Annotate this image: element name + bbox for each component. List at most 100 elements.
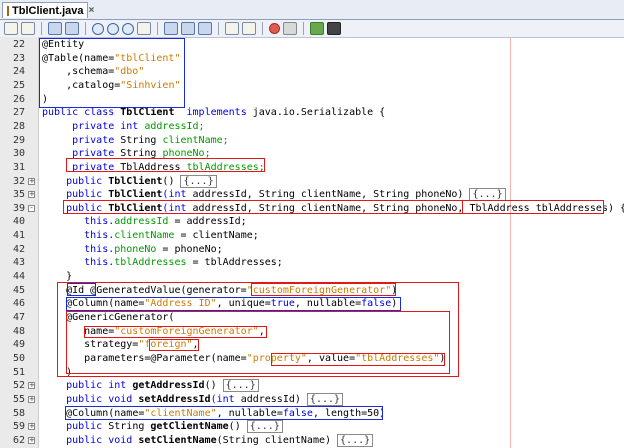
comment-icon[interactable] [310, 22, 324, 35]
code-line[interactable]: 46 @Column(name="Address ID", unique=tru… [0, 297, 624, 311]
code-line[interactable]: 22 @Entity [0, 38, 624, 52]
folded-code-marker[interactable]: {...} [469, 188, 506, 202]
line-number: 28 [12, 120, 25, 132]
code-line[interactable]: 32 + public TblClient() {...} [0, 174, 624, 189]
code-token: public [42, 175, 109, 187]
toggle-bookmark-icon[interactable] [198, 22, 212, 35]
code-line[interactable]: 28 private int addressId; [0, 120, 624, 134]
find-next-icon[interactable] [122, 22, 134, 35]
code-line[interactable]: 42 this.phoneNo = phoneNo; [0, 243, 624, 257]
line-number: 47 [12, 312, 25, 323]
code-line[interactable]: 50 parameters=@Parameter(name="property"… [0, 352, 624, 366]
stop-macro-icon[interactable] [283, 22, 297, 35]
code-line[interactable]: 26) [0, 93, 624, 107]
code-token: phoneNo [114, 243, 157, 255]
code-line[interactable]: 29 private String clientName; [0, 134, 624, 148]
source-icon[interactable] [4, 22, 18, 35]
code-token: this. [42, 230, 115, 242]
code-line[interactable]: 27 public class TblClient implements java… [0, 106, 624, 120]
expand-fold-icon[interactable]: + [28, 177, 35, 185]
record-macro-icon[interactable] [269, 23, 280, 34]
code-line[interactable]: 39- public TblClient(int addressId, Stri… [0, 202, 624, 216]
code-line[interactable]: 59 + public String getClientName() {...} [0, 420, 624, 434]
code-line[interactable]: 43 this.tblAddresses = tblAddresses; [0, 256, 624, 270]
code-line[interactable]: 55 + public void setAddressId(int address… [0, 392, 624, 407]
editor-tab-bar: TblClient.java × [0, 0, 624, 20]
shift-right-icon[interactable] [242, 22, 256, 35]
code-token: @Column [42, 298, 109, 310]
code-token: (name= [108, 407, 145, 419]
editor-toolbar [0, 20, 624, 38]
folded-code-marker[interactable]: {...} [306, 392, 344, 406]
expand-fold-icon[interactable]: + [28, 423, 35, 431]
code-line[interactable]: 58 @Column(name="clientName", nullable=f… [0, 407, 624, 421]
code-line[interactable]: 52 + public int getAddressId() {...} [0, 379, 624, 393]
uncomment-icon[interactable] [327, 22, 341, 35]
code-line[interactable]: 48 name="customForeignGenerator", [0, 325, 624, 339]
code-line[interactable]: 44 } [0, 270, 624, 284]
code-token: String [108, 421, 151, 433]
line-number: 50 [12, 352, 25, 364]
code-token: addressId) [240, 393, 307, 405]
line-number: 22 [12, 39, 25, 50]
line-number: 26 [12, 93, 25, 105]
code-text: ,schema="dbo" [42, 65, 144, 79]
code-token: this. [42, 257, 115, 269]
code-token: phoneNo; [162, 148, 211, 160]
code-token: , [192, 339, 199, 351]
expand-fold-icon[interactable]: + [28, 191, 35, 199]
code-line[interactable]: 24 ,schema="dbo" [0, 65, 624, 79]
next-bookmark-icon[interactable] [181, 22, 195, 35]
folded-code-marker[interactable]: {...} [246, 420, 283, 434]
shift-left-icon[interactable] [225, 22, 239, 35]
history-icon[interactable] [21, 22, 35, 35]
code-token: public void [42, 393, 139, 405]
code-line[interactable]: 25 ,catalog="Sinhvien" [0, 79, 624, 93]
line-number: 25 [12, 79, 25, 91]
code-line[interactable]: 49 strategy="foreign", [0, 338, 624, 352]
find-previous-icon[interactable] [107, 22, 119, 35]
code-line[interactable]: 30 private String phoneNo; [0, 147, 624, 161]
code-token: addressId [114, 216, 169, 228]
line-number: 32 [12, 175, 25, 187]
code-token: implements [174, 107, 253, 119]
line-number: 48 [12, 325, 25, 337]
expand-fold-icon[interactable]: + [28, 436, 35, 444]
folded-code-marker[interactable]: {...} [180, 174, 217, 188]
code-line[interactable]: 40 this.addressId = addressId; [0, 215, 624, 229]
code-line[interactable]: 35 + public TblClient(int addressId, Stri… [0, 188, 624, 202]
expand-fold-icon[interactable]: + [28, 395, 35, 403]
code-text: public String getClientName() {...} [42, 420, 283, 434]
code-token: String [120, 134, 163, 146]
code-line[interactable]: 23 @Table(name="tblClient" [0, 52, 624, 66]
code-line[interactable]: 62 + public void setClientName(String cli… [0, 433, 624, 448]
code-token: clientName; [162, 134, 229, 146]
code-line[interactable]: 45 @Id @GeneratedValue(generator="custom… [0, 284, 624, 298]
code-text: this.clientName = clientName; [42, 229, 259, 243]
code-editor[interactable]: 22 @Entity 23 @Table(name="tblClient" 24 ,sc… [0, 37, 624, 448]
code-line[interactable]: 31 private TblAddress tblAddresses; [0, 161, 624, 175]
code-token: "clientName" [144, 407, 217, 419]
collapse-fold-icon[interactable]: - [28, 204, 35, 212]
code-line[interactable]: 47 @GenericGenerator( [0, 311, 624, 325]
tab-tblclient-java[interactable]: TblClient.java × [2, 2, 94, 18]
back-icon[interactable] [48, 22, 62, 35]
toolbar-separator [303, 22, 304, 35]
code-token: false [361, 298, 392, 310]
code-line[interactable]: 41 this.clientName = clientName; [0, 229, 624, 243]
code-token: getAddressId [132, 380, 205, 392]
code-token: , value= [306, 352, 356, 364]
folded-code-marker[interactable]: {...} [222, 379, 259, 393]
find-icon[interactable] [92, 22, 104, 35]
code-text: @Table(name="tblClient" [42, 52, 180, 66]
code-line[interactable]: 51 ) [0, 366, 624, 380]
forward-icon[interactable] [65, 22, 79, 35]
code-text: this.tblAddresses = tblAddresses; [42, 256, 283, 270]
folded-code-marker[interactable]: {...} [337, 433, 374, 447]
close-icon[interactable]: × [89, 5, 95, 16]
expand-fold-icon[interactable]: + [28, 382, 35, 390]
prev-bookmark-icon[interactable] [164, 22, 178, 35]
toggle-highlight-icon[interactable] [137, 22, 151, 35]
code-token: setAddressId [138, 393, 211, 405]
line-number: 43 [12, 257, 25, 269]
